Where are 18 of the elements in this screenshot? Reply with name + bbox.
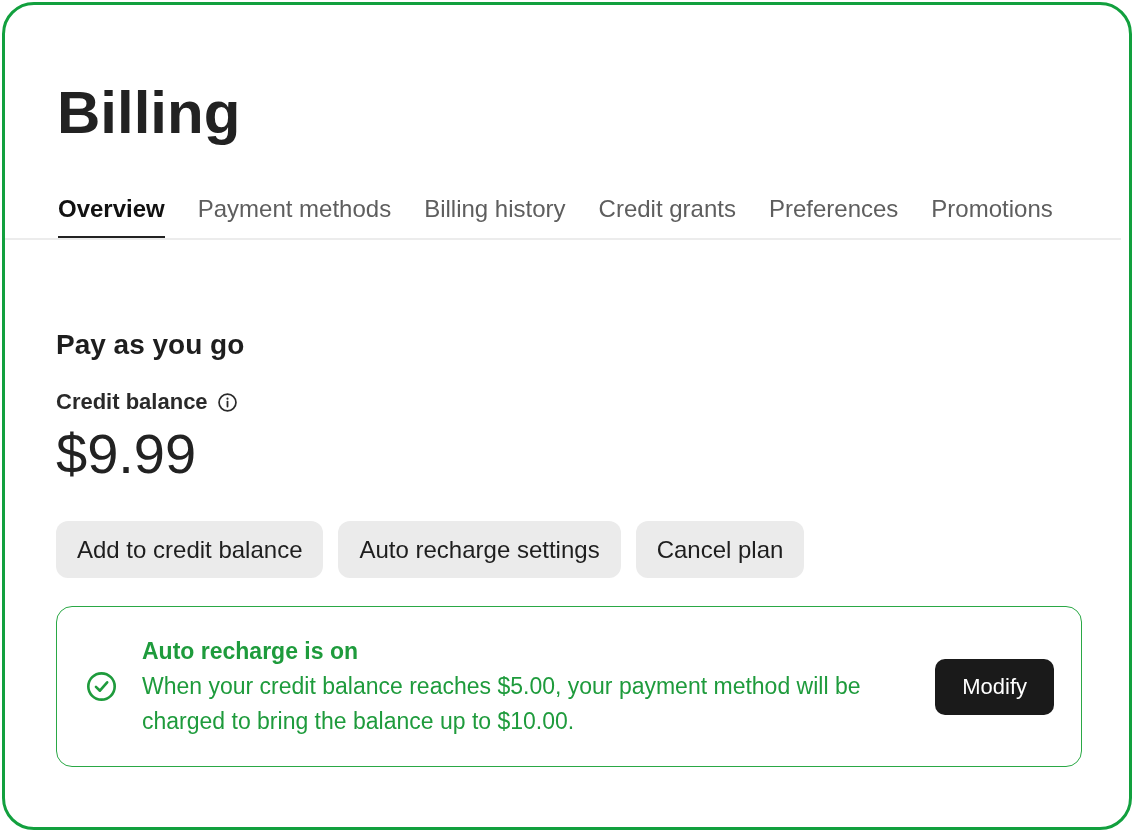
balance-label: Credit balance [56, 389, 208, 415]
modify-button[interactable]: Modify [935, 658, 1054, 715]
tab[interactable]: Payment methods [197, 194, 392, 238]
action-button[interactable]: Auto recharge settings [338, 521, 621, 578]
section-heading: Pay as you go [56, 328, 245, 362]
notice-title: Auto recharge is on [142, 637, 359, 666]
notice-message: When your credit balance reaches $5.00, your payment method will be charged to bring the balance up to $10.00. [142, 672, 862, 736]
tab[interactable]: Promotions [931, 194, 1053, 238]
action-button[interactable]: Cancel plan [635, 521, 805, 578]
action-button[interactable]: Add to credit balance [56, 521, 324, 578]
tab[interactable]: Preferences [768, 194, 899, 238]
tab[interactable]: Credit grants [598, 194, 736, 238]
check-circle-icon [87, 672, 116, 701]
info-icon[interactable] [217, 392, 237, 412]
page-title: Billing [57, 78, 241, 148]
balance-amount: $9.99 [56, 421, 197, 487]
tab[interactable]: Billing history [424, 194, 566, 238]
tab[interactable]: Overview [58, 194, 165, 238]
